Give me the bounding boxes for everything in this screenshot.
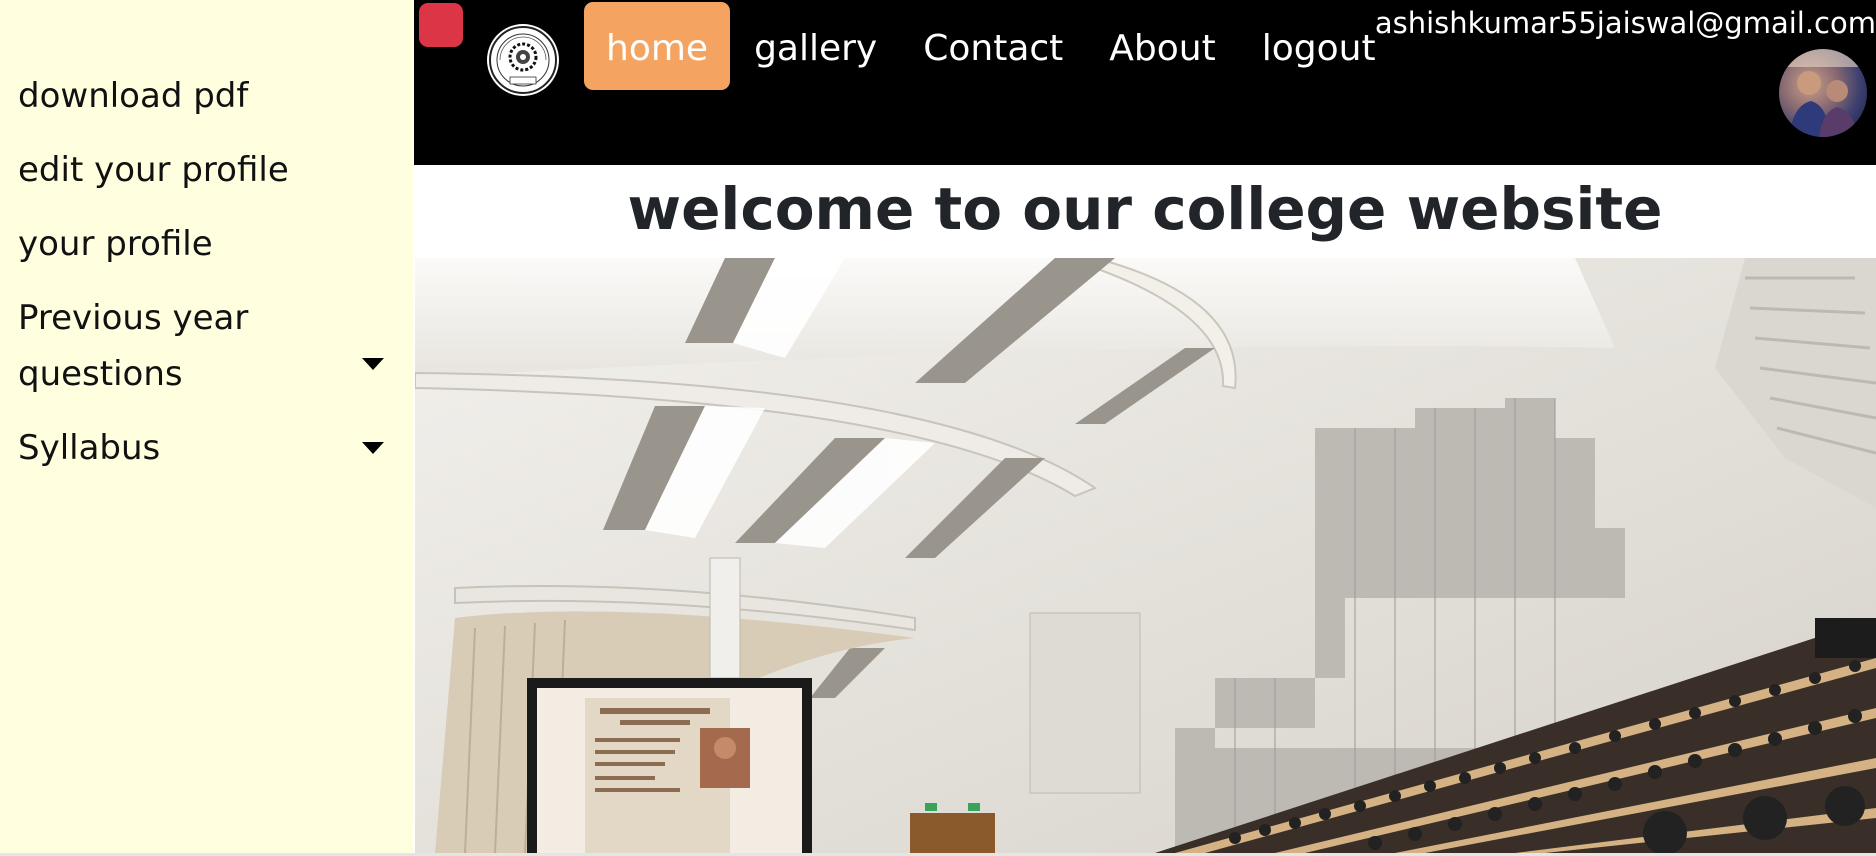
college-logo-graphic: [489, 26, 557, 94]
sidebar-item-label: download pdf: [18, 76, 249, 116]
caret-down-icon[interactable]: [362, 442, 384, 454]
sidebar-item-label: your profile: [18, 224, 213, 264]
nav-gallery[interactable]: gallery: [732, 2, 899, 90]
nav-about[interactable]: About: [1087, 2, 1237, 90]
sidebar-item-previous-year-questions[interactable]: Previous year questions: [18, 290, 388, 402]
close-button[interactable]: [419, 3, 463, 47]
user-email: ashishkumar55jaiswal@gmail.com: [1374, 6, 1876, 40]
sidebar-item-label-line1: Previous year: [18, 298, 249, 338]
lecture-hall-illustration: [415, 258, 1876, 853]
avatar[interactable]: [1779, 49, 1867, 137]
college-logo-icon[interactable]: [487, 24, 559, 96]
avatar-photo: [1779, 49, 1867, 137]
sidebar-item-download-pdf[interactable]: download pdf: [18, 68, 388, 124]
nav-contact[interactable]: Contact: [901, 2, 1085, 90]
nav-home[interactable]: home: [584, 2, 731, 90]
top-navbar: home gallery Contact About logout ashish…: [414, 0, 1876, 165]
sidebar-item-syllabus[interactable]: Syllabus: [18, 420, 388, 476]
caret-down-icon[interactable]: [362, 358, 384, 370]
sidebar-item-edit-profile[interactable]: edit your profile: [18, 142, 388, 198]
page-title: welcome to our college website: [627, 175, 1663, 243]
sidebar: download pdf edit your profile your prof…: [0, 0, 413, 853]
hero-lecture-hall-image: [415, 258, 1876, 853]
sidebar-item-label: Syllabus: [18, 428, 161, 468]
sidebar-item-label: edit your profile: [18, 150, 289, 190]
main-nav: home gallery Contact About logout: [584, 2, 1400, 90]
sidebar-item-label-line2: questions: [18, 354, 183, 394]
sidebar-item-your-profile[interactable]: your profile: [18, 216, 388, 272]
